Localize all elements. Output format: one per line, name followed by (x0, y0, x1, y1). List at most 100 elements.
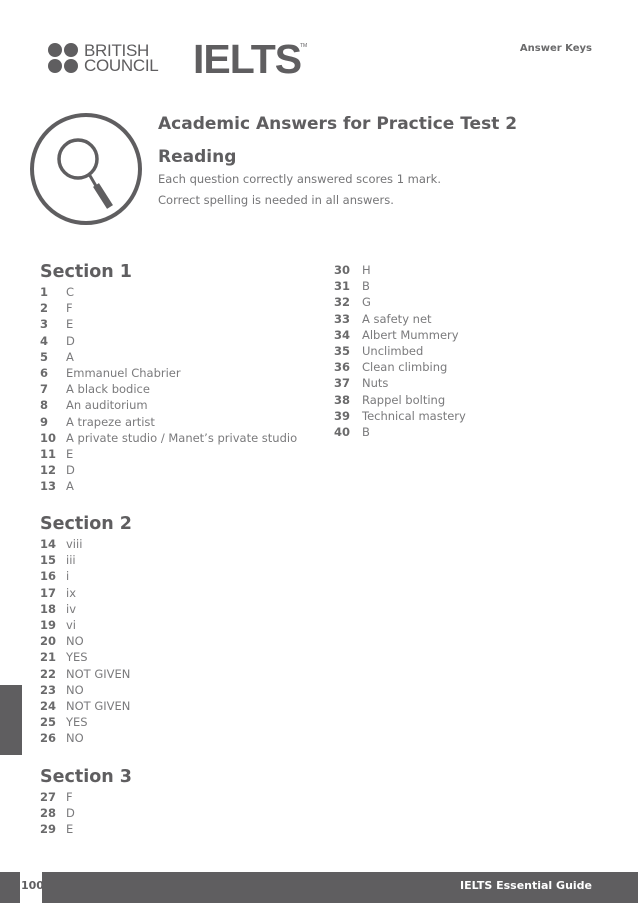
question-number: 29 (40, 822, 57, 837)
answer-text: NO (66, 682, 84, 697)
answer-text: A (66, 479, 74, 494)
question-number: 30 (334, 263, 351, 277)
section-1-answers: 1 C 2 F 3 E 4 D 5 A 6 Emmanuel Chabrier 7 A black bod… (40, 284, 297, 494)
question-number: 38 (334, 392, 351, 407)
answer-text: Unclimbed (362, 343, 424, 358)
answer-text: G (362, 295, 371, 310)
question-number: 40 (334, 424, 351, 439)
question-number: 2 (40, 301, 49, 316)
section-3-answers: 27 F 28 D 29 E (40, 789, 75, 838)
answer-text: A (66, 349, 74, 364)
answer-text: YES (66, 715, 88, 730)
question-number: 14 (40, 537, 57, 551)
question-number: 6 (40, 365, 49, 380)
answer-item: 36 Clean climbing (334, 359, 466, 375)
answer-text: A black bodice (66, 382, 150, 397)
answer-text: YES (66, 650, 88, 665)
answer-item: 7 A black bodice (40, 381, 297, 397)
spelling-note: Correct spelling is needed in all answer… (158, 193, 394, 207)
answer-item: 8 An auditorium (40, 397, 297, 413)
question-number: 16 (40, 569, 57, 584)
question-number: 22 (40, 666, 57, 681)
answer-item: 9 A trapeze artist (40, 414, 297, 430)
side-tab-marker (0, 685, 22, 755)
answer-item: 15 iii (40, 552, 130, 568)
answer-text: i (66, 569, 70, 584)
answer-item: 31 B (334, 278, 466, 294)
answer-item: 24 NOT GIVEN (40, 698, 130, 714)
question-number: 25 (40, 715, 57, 730)
answer-item: 29 E (40, 821, 75, 837)
question-number: 24 (40, 698, 57, 713)
answer-text: D (66, 333, 75, 348)
answer-item: 19 vi (40, 617, 130, 633)
section-3-answers-continued: 30 H 31 B 32 G 33 A safety net 34 Albert Mummery 3… (334, 262, 466, 440)
answer-text: B (362, 279, 370, 294)
section-1-title: Section 1 (40, 262, 132, 282)
answer-text: A safety net (362, 311, 432, 326)
answer-text: A trapeze artist (66, 414, 155, 429)
footer-guide-title: IELTS Essential Guide (460, 879, 592, 892)
question-number: 26 (40, 731, 57, 746)
answer-item: 30 H (334, 262, 466, 278)
answer-text: D (66, 463, 75, 478)
answer-text: E (66, 317, 74, 332)
question-number: 23 (40, 682, 57, 697)
answer-item: 11 E (40, 446, 297, 462)
question-number: 1 (40, 285, 49, 299)
question-number: 3 (40, 317, 49, 332)
question-number: 18 (40, 601, 57, 616)
answer-text: B (362, 424, 370, 439)
answer-text: NO (66, 634, 84, 649)
trademark-mark: TM (300, 43, 308, 49)
answer-text: Emmanuel Chabrier (66, 365, 181, 380)
scoring-note: Each question correctly answered scores … (158, 172, 441, 186)
question-number: 39 (334, 408, 351, 423)
answer-item: 16 i (40, 568, 130, 584)
answer-item: 34 Albert Mummery (334, 327, 466, 343)
answer-text: Clean climbing (362, 360, 448, 375)
question-number: 36 (334, 360, 351, 375)
answer-text: D (66, 806, 75, 821)
question-number: 31 (334, 279, 351, 294)
question-number: 8 (40, 398, 49, 413)
answer-item: 18 iv (40, 601, 130, 617)
question-number: 10 (40, 430, 57, 445)
answer-text: H (362, 263, 371, 277)
answer-item: 38 Rappel bolting (334, 392, 466, 408)
answer-item: 25 YES (40, 714, 130, 730)
footer-bar-left (0, 872, 20, 903)
question-number: 11 (40, 446, 57, 461)
header-answer-keys: Answer Keys (519, 43, 592, 54)
question-number: 27 (40, 790, 57, 804)
question-number: 5 (40, 349, 49, 364)
answer-text: iii (66, 553, 76, 568)
question-number: 28 (40, 806, 57, 821)
answer-text: NOT GIVEN (66, 698, 131, 713)
answer-text: iv (66, 601, 77, 616)
answer-text: NOT GIVEN (66, 666, 131, 681)
answer-item: 37 Nuts (334, 375, 466, 391)
answer-text: E (66, 822, 74, 837)
answer-item: 2F (40, 300, 297, 316)
answer-item: 17 ix (40, 585, 130, 601)
answer-text: A private studio / Manet’s private studi… (66, 430, 298, 445)
answer-item: 5A (40, 349, 297, 365)
question-number: 4 (40, 333, 49, 348)
magnifying-glass-icon (30, 113, 142, 225)
answer-text: C (66, 285, 75, 299)
answer-item: 22 NOT GIVEN (40, 666, 130, 682)
question-number: 20 (40, 634, 57, 649)
answer-text: viii (66, 537, 83, 551)
answer-item: 20 NO (40, 633, 130, 649)
question-number: 35 (334, 343, 351, 358)
answer-item: 21 YES (40, 649, 130, 665)
answer-text: An auditorium (66, 398, 148, 413)
question-number: 15 (40, 553, 57, 568)
british-council-logo: BRITISH COUNCIL (48, 42, 159, 74)
page-subtitle: Reading (158, 147, 237, 167)
answer-item: 26 NO (40, 730, 130, 746)
page-number: 100 (21, 879, 44, 892)
british-council-dots-icon (48, 43, 78, 73)
answer-text: Technical mastery (362, 408, 466, 423)
